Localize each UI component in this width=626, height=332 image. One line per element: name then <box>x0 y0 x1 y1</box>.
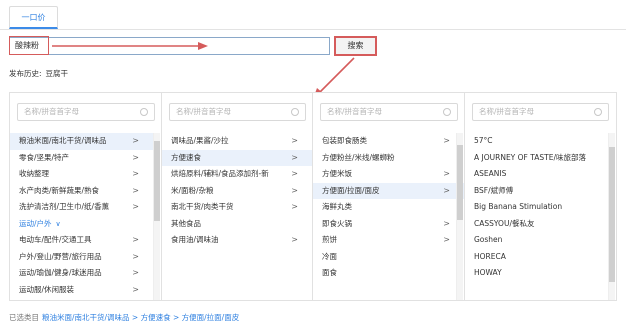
brand-item[interactable]: HOWAY <box>465 265 608 282</box>
publish-history: 发布历史: 豆腐干 <box>9 68 68 79</box>
chevron-right-icon: > <box>132 268 139 277</box>
category-item[interactable]: 包装即食肠类 > <box>313 133 464 150</box>
selected-category: 已选类目 粮油米面/南北干货/调味品 > 方便速食 > 方便面/拉面/面皮 <box>9 312 239 323</box>
chevron-right-icon: > <box>291 185 298 195</box>
category-item[interactable]: 方便粉丝/米线/螺蛳粉 <box>313 150 464 167</box>
category-item[interactable]: 方便速食 > <box>162 149 312 166</box>
search-icon <box>140 108 148 116</box>
category-item[interactable]: 电动车/配件/交通工具 > <box>10 232 153 249</box>
chevron-right-icon: > <box>291 169 298 178</box>
column-3-list: 包装即食肠类 > 方便粉丝/米线/螺蛳粉 方便米饭 > 方便面/拉面/面皮 > 海鲜丸… <box>313 133 464 282</box>
category-item[interactable]: 其他食品 <box>162 216 312 233</box>
brand-search[interactable]: 名称/拼音首字母 <box>472 103 609 121</box>
chevron-right-icon: > <box>443 169 450 178</box>
brand-item[interactable]: Big Banana Stimulation <box>465 199 608 216</box>
chevron-right-icon: > <box>291 136 298 145</box>
category-item[interactable]: 即食火锅 > <box>313 216 464 233</box>
category-item[interactable]: 运动服/休闲服装 > <box>10 282 153 299</box>
brand-item[interactable]: A JOURNEY OF TASTE/味旅部落 <box>465 150 608 167</box>
brand-item[interactable]: CASSYOU/餐私友 <box>465 216 608 233</box>
brand-scrollbar[interactable] <box>608 133 615 300</box>
category-column-3: 名称/拼音首字母 包装即食肠类 > 方便粉丝/米线/螺蛳粉 方便米饭 > 方便面/拉… <box>313 93 465 300</box>
category-item[interactable]: 运动/瑜伽/健身/球迷用品 > <box>10 265 153 282</box>
chevron-right-icon: > <box>132 202 139 211</box>
category-item[interactable]: 米/面粉/杂粮 > <box>162 183 312 200</box>
category-group-header[interactable]: 运动/户外 ∨ <box>10 216 153 233</box>
search-icon <box>291 108 299 116</box>
column-1-search[interactable]: 名称/拼音首字母 <box>17 103 155 121</box>
category-item[interactable]: 海鲜丸类 <box>313 199 464 216</box>
brand-item[interactable]: Goshen <box>465 232 608 249</box>
category-item[interactable]: 洗护清洁剂/卫生巾/纸/香薰 > <box>10 199 153 216</box>
column-3-search[interactable]: 名称/拼音首字母 <box>320 103 458 121</box>
chevron-right-icon: > <box>132 185 139 195</box>
chevron-down-icon: ∨ <box>55 219 61 228</box>
category-item[interactable]: 冷面 <box>313 249 464 266</box>
category-item[interactable]: 面食 <box>313 265 464 282</box>
selected-category-path: 粮油米面/南北干货/调味品 > 方便速食 > 方便面/拉面/面皮 <box>42 313 240 322</box>
category-item[interactable]: 食用油/调味油 > <box>162 232 312 249</box>
search-icon <box>594 108 602 116</box>
chevron-right-icon: > <box>132 284 139 294</box>
chevron-right-icon: > <box>443 136 450 145</box>
chevron-right-icon: > <box>291 235 298 244</box>
history-label: 发布历史: <box>9 69 42 78</box>
chevron-right-icon: > <box>132 169 139 178</box>
history-keyword[interactable]: 豆腐干 <box>46 69 69 78</box>
chevron-right-icon: > <box>443 185 450 195</box>
search-button[interactable]: 搜索 <box>334 36 377 56</box>
chevron-right-icon: > <box>132 152 139 162</box>
brand-item[interactable]: BSF/斌师傅 <box>465 183 608 200</box>
category-item[interactable]: 南北干货/肉类干货 > <box>162 199 312 216</box>
category-item[interactable]: 烘焙原料/辅料/食品添加剂-新 > <box>162 166 312 183</box>
chevron-right-icon: > <box>443 235 450 244</box>
brand-item[interactable]: HORECA <box>465 249 608 266</box>
tab-fixed-price[interactable]: 一口价 <box>9 6 58 29</box>
category-item[interactable]: 调味品/果酱/沙拉 > <box>162 133 312 150</box>
scrollbar-thumb[interactable] <box>154 141 160 221</box>
column-2-search[interactable]: 名称/拼音首字母 <box>169 103 306 121</box>
category-item[interactable]: 煎饼 > <box>313 232 464 249</box>
brand-item[interactable]: ASEANIS <box>465 166 608 183</box>
column-1-list: 粮油米面/南北干货/调味品 > 零食/坚果/特产 > 收纳整理 > 水产肉类/新鲜蔬果… <box>10 133 153 298</box>
column-1-scrollbar[interactable] <box>153 133 160 300</box>
column-2-list: 调味品/果酱/沙拉 > 方便速食 > 烘焙原料/辅料/食品添加剂-新 > 米/面粉/杂… <box>162 133 312 249</box>
brand-item[interactable]: 57°C <box>465 133 608 150</box>
category-column-2: 名称/拼音首字母 调味品/果酱/沙拉 > 方便速食 > 烘焙原料/辅料/食品添加剂-… <box>162 93 313 300</box>
chevron-right-icon: > <box>291 202 298 211</box>
chevron-right-icon: > <box>291 152 298 162</box>
category-column-1: 名称/拼音首字母 粮油米面/南北干货/调味品 > 零食/坚果/特产 > 收纳整理 > … <box>10 93 162 300</box>
scrollbar-thumb[interactable] <box>457 145 463 220</box>
chevron-right-icon: > <box>132 235 139 244</box>
brand-column: 名称/拼音首字母 57°C A JOURNEY OF TASTE/味旅部落 AS… <box>465 93 616 300</box>
category-item[interactable]: 方便米饭 > <box>313 166 464 183</box>
category-selector: 名称/拼音首字母 粮油米面/南北干货/调味品 > 零食/坚果/特产 > 收纳整理 > … <box>9 92 617 301</box>
chevron-right-icon: > <box>132 251 139 261</box>
annotation-arrow-diagonal <box>317 57 355 95</box>
search-icon <box>443 108 451 116</box>
scrollbar-thumb[interactable] <box>609 147 615 282</box>
input-annotation-box <box>9 36 49 55</box>
brand-list: 57°C A JOURNEY OF TASTE/味旅部落 ASEANIS BSF… <box>465 133 608 282</box>
category-item[interactable]: 水产肉类/新鲜蔬果/熟食 > <box>10 183 153 200</box>
search-input[interactable]: 酸辣粉 <box>9 37 330 55</box>
category-item[interactable]: 方便面/拉面/面皮 > <box>313 182 464 199</box>
category-item[interactable]: 户外/登山/野营/旅行用品 > <box>10 249 153 266</box>
column-3-scrollbar[interactable] <box>456 133 463 300</box>
chevron-right-icon: > <box>443 218 450 228</box>
tab-bar: 一口价 <box>0 0 626 30</box>
category-item[interactable]: 粮油米面/南北干货/调味品 > <box>10 133 153 150</box>
selected-category-label: 已选类目 <box>9 313 39 322</box>
category-item[interactable]: 零食/坚果/特产 > <box>10 150 153 167</box>
category-item[interactable]: 收纳整理 > <box>10 166 153 183</box>
chevron-right-icon: > <box>132 136 139 145</box>
